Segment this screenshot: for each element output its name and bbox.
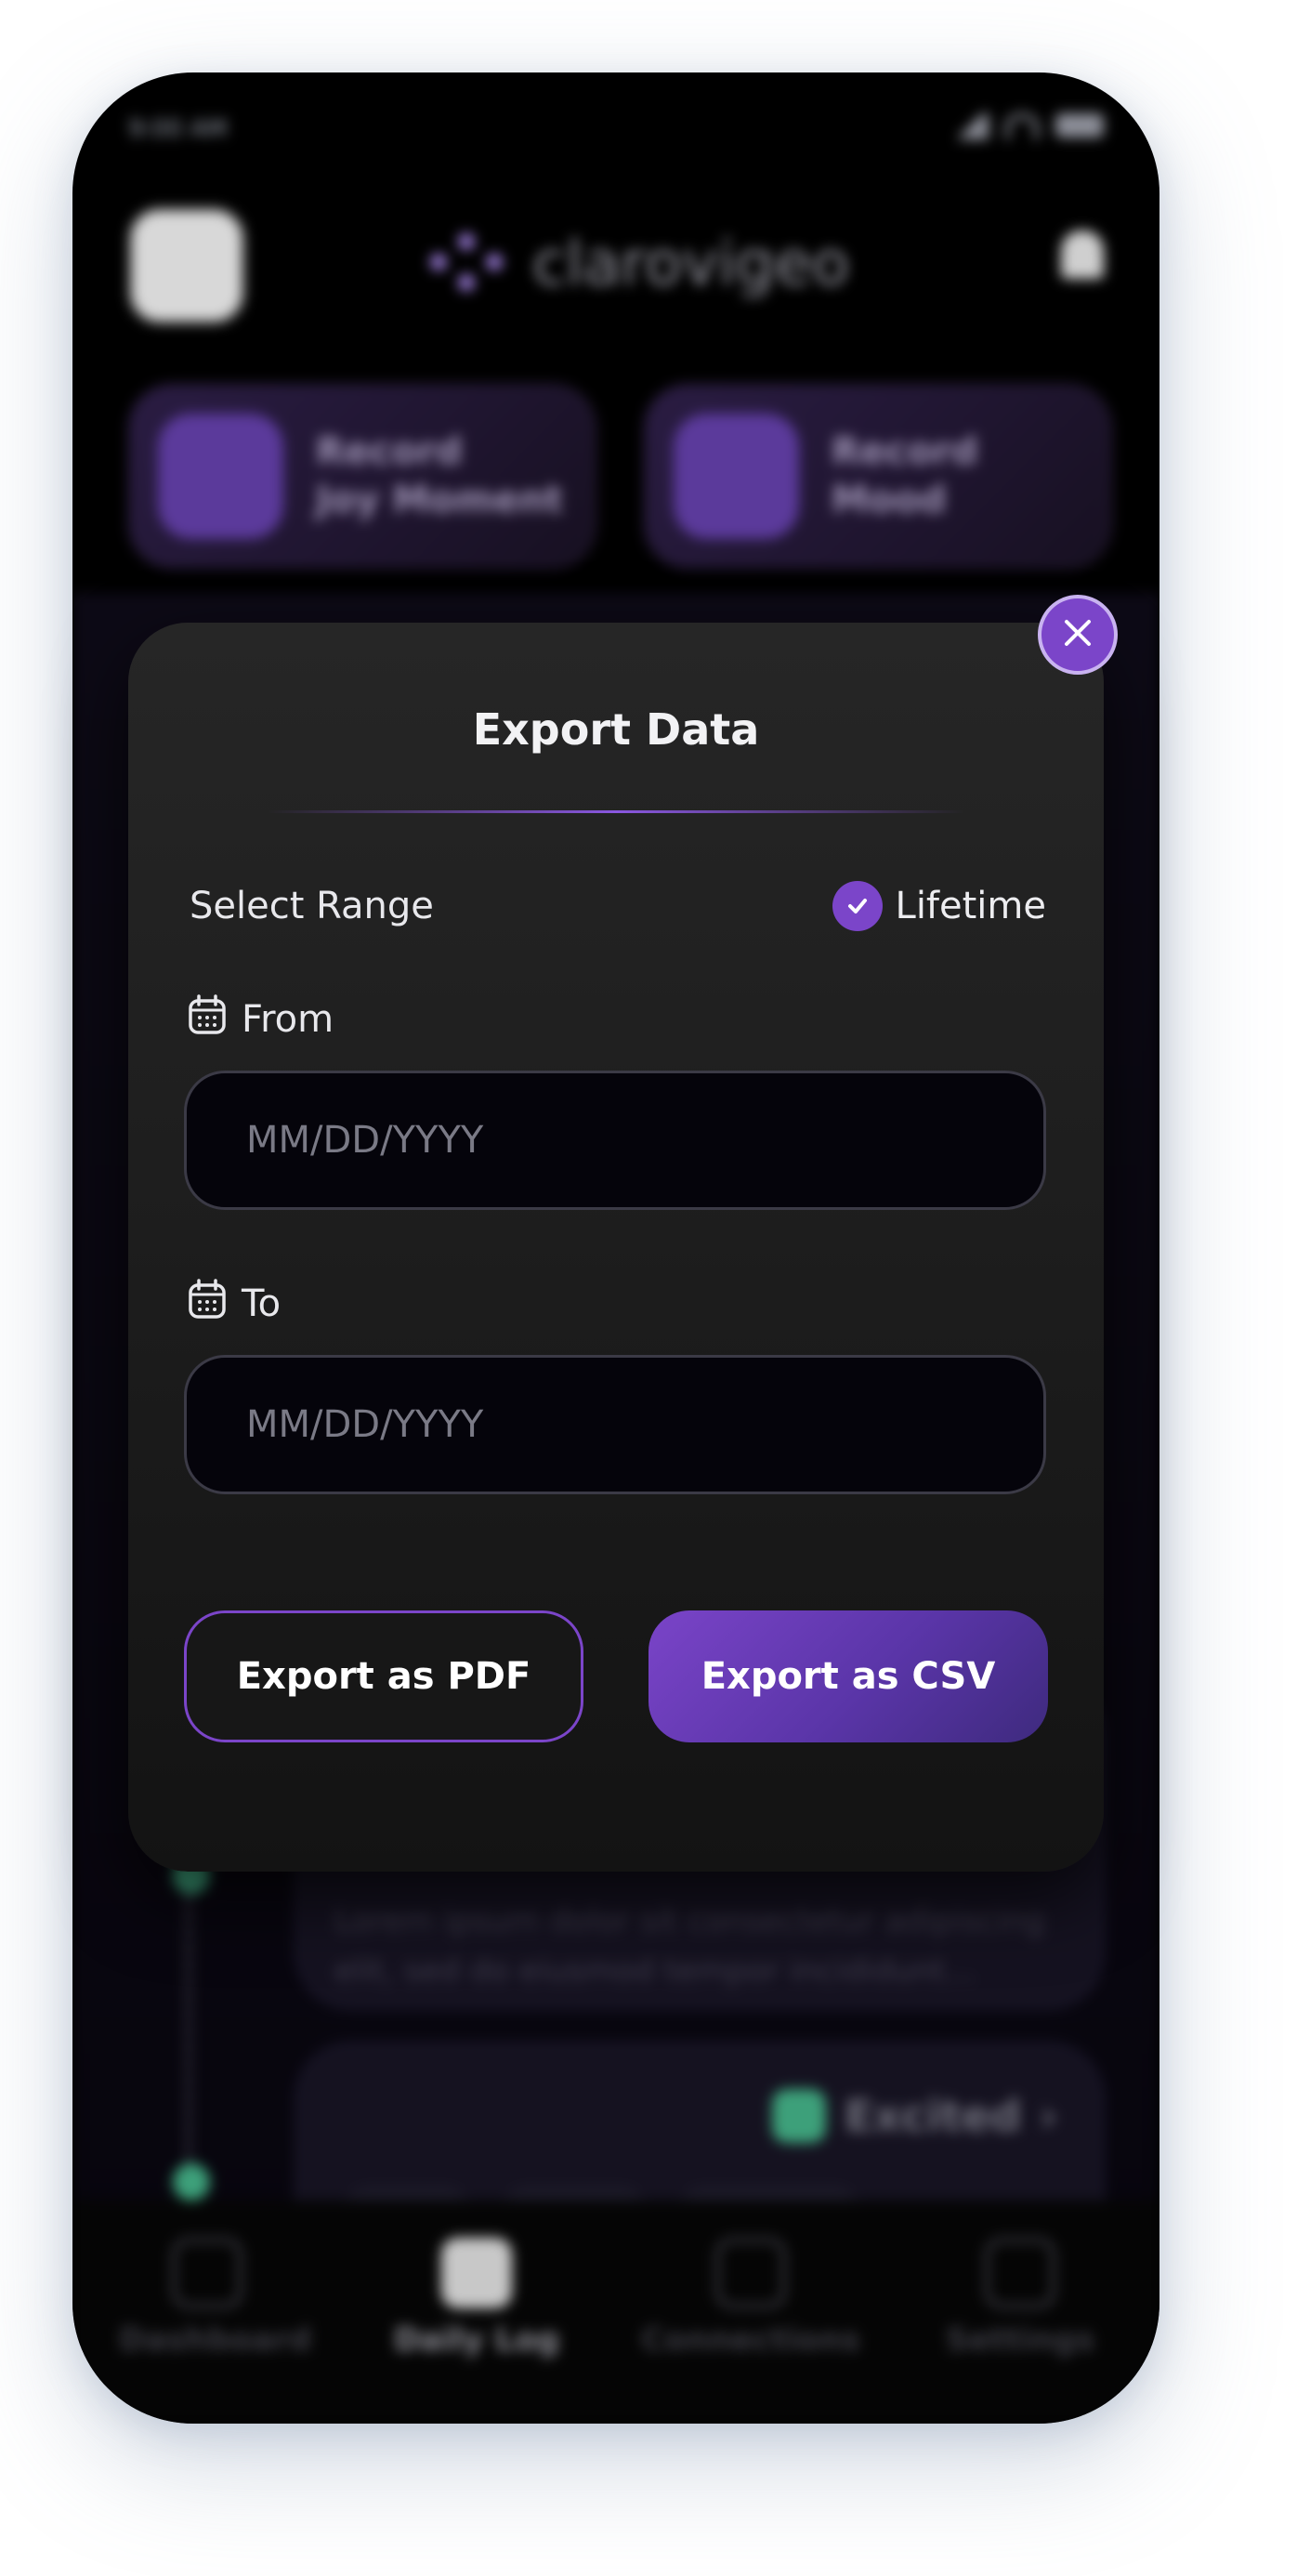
logo-text: clarovigeo — [532, 227, 850, 299]
signal-icon — [951, 113, 989, 139]
close-icon — [1060, 615, 1095, 654]
entry-text: Lorem ipsum dolor sit consectetur adipis… — [334, 1902, 1045, 1990]
edit-icon — [441, 2238, 512, 2308]
tab-label: Dashboard — [119, 2321, 312, 2359]
mood-grid-icon — [674, 414, 799, 539]
status-time: 9:00 AM — [128, 115, 228, 143]
to-date-input[interactable] — [184, 1355, 1046, 1494]
export-data-modal: Export Data Select Range Lifetime From T… — [128, 623, 1104, 1872]
record-mood-card[interactable]: Record Mood — [644, 384, 1112, 569]
export-pdf-button[interactable]: Export as PDF — [184, 1610, 583, 1742]
tab-dashboard[interactable]: Dashboard — [119, 2238, 311, 2359]
status-bar: 9:00 AM — [128, 100, 1104, 156]
star-wand-icon — [158, 414, 283, 539]
from-date-input[interactable] — [184, 1071, 1046, 1210]
calendar-icon — [188, 1279, 227, 1329]
tab-label: Connections — [641, 2321, 860, 2359]
settings-icon — [985, 2238, 1055, 2308]
bell-icon[interactable] — [1061, 230, 1104, 279]
export-csv-button[interactable]: Export as CSV — [648, 1610, 1048, 1742]
wifi-icon — [1005, 113, 1039, 139]
timeline-line — [186, 1894, 191, 2201]
from-label: From — [242, 998, 334, 1041]
tab-daily-log[interactable]: Daily Log — [388, 2238, 565, 2359]
card-label-line1: Record — [832, 430, 978, 473]
title-divider — [268, 810, 964, 813]
modal-title: Export Data — [472, 704, 760, 755]
mood-badge: Excited › — [771, 2089, 1057, 2143]
battery-icon — [1055, 113, 1104, 138]
to-label: To — [242, 1282, 282, 1325]
bottom-tab-bar: Dashboard Daily Log Connections Settings — [72, 2201, 1159, 2424]
tab-label: Settings — [945, 2321, 1095, 2359]
tab-label: Daily Log — [394, 2321, 559, 2359]
tab-settings[interactable]: Settings — [937, 2238, 1104, 2359]
checkmark-icon — [832, 881, 883, 931]
to-field-label: To — [188, 1279, 281, 1329]
card-label-line1: Record — [316, 430, 463, 473]
avatar[interactable] — [128, 207, 245, 324]
from-field-label: From — [188, 994, 334, 1045]
card-label-line2: Mood — [832, 479, 947, 521]
lifetime-label: Lifetime — [895, 885, 1046, 927]
lifetime-checkbox[interactable]: Lifetime — [832, 881, 1046, 931]
chevron-right-icon: › — [1040, 2091, 1057, 2141]
close-button[interactable] — [1038, 595, 1118, 675]
calendar-icon — [188, 994, 227, 1045]
status-icons — [951, 113, 1104, 139]
connections-icon — [715, 2238, 786, 2308]
timeline-dot — [173, 2163, 210, 2201]
record-joy-moment-card[interactable]: Record Joy Moment — [128, 384, 596, 569]
logo-dots-icon — [421, 226, 514, 300]
mood-badge-label: Excited — [844, 2091, 1022, 2141]
dashboard-icon — [172, 2238, 242, 2308]
app-logo: clarovigeo — [421, 226, 849, 300]
excited-face-icon — [771, 2089, 826, 2143]
select-range-label: Select Range — [190, 885, 434, 927]
tab-connections[interactable]: Connections — [639, 2238, 862, 2359]
card-label-line2: Joy Moment — [316, 479, 564, 521]
